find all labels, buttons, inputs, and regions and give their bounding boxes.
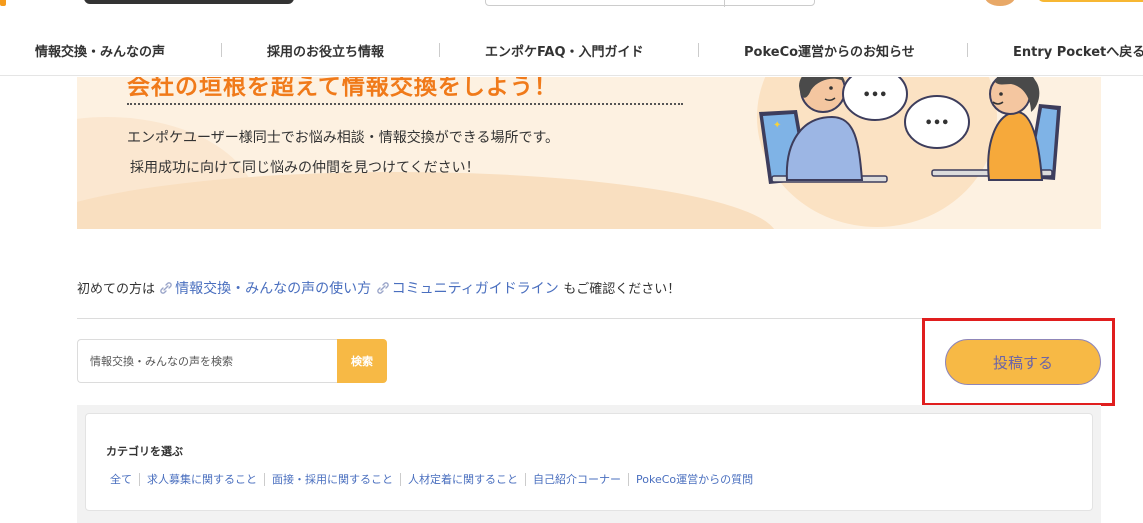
- header-action-button[interactable]: [1037, 0, 1143, 2]
- svg-text:•••: •••: [863, 88, 888, 103]
- category-section: カテゴリを選ぶ 全て 求人募集に関すること 面接・採用に関すること 人材定着に関…: [77, 405, 1101, 523]
- nav-divider: [221, 43, 222, 57]
- logo-wordmark: [84, 0, 294, 4]
- hero-title: 会社の垣根を超えて情報交換をしよう！: [127, 77, 558, 100]
- guide-link-guidelines[interactable]: コミュニティガイドライン: [376, 281, 564, 297]
- category-link-self-intro[interactable]: 自己紹介コーナー: [526, 471, 628, 487]
- hero-description-line-2: 採用成功に向けて同じ悩みの仲間を見つけてください！: [130, 160, 480, 176]
- first-time-guide: 初めての方は 情報交換・みんなの声の使い方 コミュニティガイドライン もご確認く…: [77, 278, 680, 298]
- category-link-all[interactable]: 全て: [104, 471, 139, 487]
- guide-link-how-to-use[interactable]: 情報交換・みんなの声の使い方: [159, 281, 375, 297]
- hero-dotted-rule: [127, 103, 683, 105]
- category-link-pokeco-questions[interactable]: PokeCo運営からの質問: [629, 471, 760, 487]
- hero-illustration: ✦ ••• •••: [757, 77, 1061, 227]
- guide-suffix: もご確認ください！: [563, 282, 681, 297]
- hero-description-line-1: エンポケユーザー様同士でお悩み相談・情報交換ができる場所です。: [127, 130, 560, 146]
- speech-bubble-right: •••: [904, 95, 970, 149]
- top-header: [0, 0, 1143, 22]
- category-link-retention[interactable]: 人材定着に関すること: [401, 471, 525, 487]
- category-link-job-posting[interactable]: 求人募集に関すること: [140, 471, 264, 487]
- category-link-interview[interactable]: 面接・採用に関すること: [265, 471, 400, 487]
- main-nav: 情報交換・みんなの声 採用のお役立ち情報 エンポケFAQ・入門ガイド PokeC…: [0, 24, 1143, 76]
- logo-mark: [0, 0, 6, 6]
- guide-link-how-to-use-label: 情報交換・みんなの声の使い方: [175, 281, 372, 297]
- post-button[interactable]: 投稿する: [945, 339, 1101, 385]
- search-button[interactable]: 検索: [337, 339, 387, 383]
- nav-divider: [439, 43, 440, 57]
- community-search-input[interactable]: [77, 339, 338, 383]
- speech-bubble-left: •••: [842, 77, 908, 121]
- nav-divider: [698, 43, 699, 57]
- link-icon: [160, 282, 172, 294]
- hero-banner: 会社の垣根を超えて情報交換をしよう！ エンポケユーザー様同士でお悩み相談・情報交…: [77, 77, 1101, 229]
- svg-text:✦: ✦: [773, 120, 781, 131]
- nav-item-community[interactable]: 情報交換・みんなの声: [35, 41, 165, 60]
- nav-item-faq[interactable]: エンポケFAQ・入門ガイド: [485, 41, 644, 60]
- guide-link-guidelines-label: コミュニティガイドライン: [391, 281, 559, 297]
- svg-text:•••: •••: [925, 116, 950, 131]
- nav-item-news[interactable]: PokeCo運営からのお知らせ: [744, 41, 915, 60]
- category-panel: カテゴリを選ぶ 全て 求人募集に関すること 面接・採用に関すること 人材定着に関…: [85, 413, 1093, 511]
- user-avatar[interactable]: [985, 0, 1015, 6]
- category-title: カテゴリを選ぶ: [106, 445, 183, 458]
- right-person-illustration: [987, 77, 1044, 181]
- nav-divider: [967, 43, 968, 57]
- link-icon: [376, 282, 389, 294]
- category-links: 全て 求人募集に関すること 面接・採用に関すること 人材定着に関すること 自己紹…: [104, 471, 760, 487]
- guide-prefix: 初めての方は: [77, 282, 156, 297]
- header-search-input[interactable]: [485, 0, 815, 7]
- nav-item-back-to-entry-pocket[interactable]: Entry Pocketへ戻る: [1013, 41, 1143, 60]
- nav-item-recruit-tips[interactable]: 採用のお役立ち情報: [267, 41, 384, 60]
